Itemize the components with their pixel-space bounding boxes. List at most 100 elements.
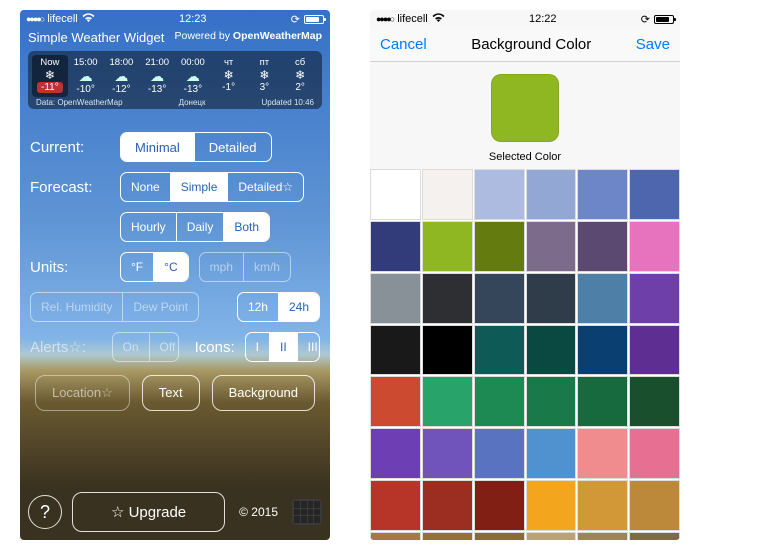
color-swatch[interactable]	[577, 480, 628, 531]
seg-option[interactable]: Both	[223, 213, 269, 241]
color-swatch[interactable]	[474, 169, 525, 220]
rotation-lock-icon: ⟳	[641, 13, 650, 26]
seg-forecast-range[interactable]: HourlyDailyBoth	[120, 212, 270, 242]
seg-option[interactable]: 12h	[238, 293, 278, 321]
color-swatch[interactable]	[526, 480, 577, 531]
cancel-button[interactable]: Cancel	[380, 36, 427, 53]
seg-option[interactable]: 24h	[278, 293, 319, 321]
color-swatch[interactable]	[526, 428, 577, 479]
color-swatch[interactable]	[422, 273, 473, 324]
seg-option[interactable]: Detailed☆	[227, 173, 303, 201]
color-swatch[interactable]	[629, 480, 680, 531]
help-button[interactable]: ?	[28, 495, 62, 529]
color-swatch[interactable]	[422, 480, 473, 531]
seg-temperature-units[interactable]: °F°C	[120, 252, 189, 282]
color-swatch[interactable]	[370, 376, 421, 427]
status-time: 12:23	[179, 13, 207, 25]
seg-option[interactable]: mph	[200, 253, 243, 281]
color-swatch[interactable]	[629, 273, 680, 324]
color-swatch[interactable]	[474, 376, 525, 427]
snow-icon	[259, 69, 269, 81]
color-swatch[interactable]	[577, 428, 628, 479]
forecast-time: Now	[40, 57, 59, 68]
color-swatch[interactable]	[422, 532, 473, 540]
seg-option[interactable]: III	[297, 333, 320, 361]
color-swatch[interactable]	[422, 428, 473, 479]
status-bar: ●●●●○ lifecell 12:23 ⟳	[20, 10, 330, 28]
color-swatch[interactable]	[422, 169, 473, 220]
color-swatch[interactable]	[370, 532, 421, 540]
color-swatch[interactable]	[577, 532, 628, 540]
color-swatch[interactable]	[629, 325, 680, 376]
seg-option[interactable]: Simple	[170, 173, 228, 201]
color-swatch[interactable]	[474, 273, 525, 324]
cloud-icon	[79, 69, 93, 83]
color-swatch[interactable]	[526, 325, 577, 376]
battery-icon	[654, 15, 674, 24]
widget-data-source: Data: OpenWeatherMap	[36, 98, 123, 107]
carrier-name: lifecell	[47, 13, 78, 25]
color-swatch[interactable]	[474, 325, 525, 376]
color-swatch[interactable]	[474, 428, 525, 479]
color-swatch[interactable]	[370, 273, 421, 324]
color-swatch[interactable]	[577, 273, 628, 324]
seg-option[interactable]: Hourly	[121, 213, 176, 241]
color-swatch[interactable]	[474, 480, 525, 531]
background-settings-button[interactable]: Background	[212, 375, 315, 411]
color-swatch[interactable]	[474, 532, 525, 540]
color-swatch[interactable]	[422, 376, 473, 427]
color-swatch[interactable]	[370, 480, 421, 531]
seg-option[interactable]: On	[113, 333, 149, 361]
seg-current[interactable]: MinimalDetailed	[120, 132, 272, 162]
seg-speed-units[interactable]: mphkm/h	[199, 252, 291, 282]
color-swatch[interactable]	[629, 532, 680, 540]
color-swatch[interactable]	[526, 273, 577, 324]
keyboard-icon[interactable]	[292, 499, 322, 525]
save-button[interactable]: Save	[636, 36, 670, 53]
seg-option[interactable]: Minimal	[121, 133, 194, 161]
forecast-temp: -11°	[37, 82, 63, 93]
seg-humidity-mode[interactable]: Rel. HumidityDew Point	[30, 292, 199, 322]
battery-icon	[304, 15, 324, 24]
color-swatch[interactable]	[370, 325, 421, 376]
seg-icon-style[interactable]: IIIIII	[245, 332, 320, 362]
color-swatch[interactable]	[577, 325, 628, 376]
seg-option[interactable]: Dew Point	[122, 293, 198, 321]
color-swatch[interactable]	[526, 169, 577, 220]
color-swatch[interactable]	[422, 325, 473, 376]
color-swatch[interactable]	[370, 221, 421, 272]
color-swatch[interactable]	[526, 221, 577, 272]
seg-forecast[interactable]: NoneSimpleDetailed☆	[120, 172, 304, 202]
seg-option[interactable]: °C	[153, 253, 187, 281]
color-swatch[interactable]	[577, 169, 628, 220]
forecast-cell: пт3°	[247, 55, 283, 97]
seg-option[interactable]: Daily	[176, 213, 224, 241]
color-swatch[interactable]	[526, 532, 577, 540]
text-settings-button[interactable]: Text	[142, 375, 200, 411]
seg-option[interactable]: km/h	[243, 253, 290, 281]
seg-option[interactable]: Rel. Humidity	[31, 293, 122, 321]
color-swatch[interactable]	[629, 428, 680, 479]
color-swatch[interactable]	[629, 376, 680, 427]
color-swatch[interactable]	[629, 169, 680, 220]
seg-option[interactable]: Detailed	[194, 133, 271, 161]
color-swatch[interactable]	[629, 221, 680, 272]
color-swatch[interactable]	[577, 221, 628, 272]
carrier-name: lifecell	[397, 13, 428, 25]
seg-option[interactable]: Off	[149, 333, 179, 361]
location-button[interactable]: Location☆	[35, 375, 130, 411]
seg-time-format[interactable]: 12h24h	[237, 292, 320, 322]
color-swatch[interactable]	[526, 376, 577, 427]
color-swatch[interactable]	[422, 221, 473, 272]
upgrade-button[interactable]: ☆ Upgrade	[72, 492, 225, 532]
color-swatch[interactable]	[474, 221, 525, 272]
seg-option[interactable]: II	[269, 333, 297, 361]
seg-option[interactable]: °F	[121, 253, 153, 281]
seg-option[interactable]: None	[121, 173, 170, 201]
color-swatch[interactable]	[370, 428, 421, 479]
color-swatch[interactable]	[370, 169, 421, 220]
color-swatch[interactable]	[577, 376, 628, 427]
widget-updated: Updated 10:46	[262, 98, 315, 107]
seg-alerts[interactable]: OnOff	[112, 332, 179, 362]
seg-option[interactable]: I	[246, 333, 269, 361]
